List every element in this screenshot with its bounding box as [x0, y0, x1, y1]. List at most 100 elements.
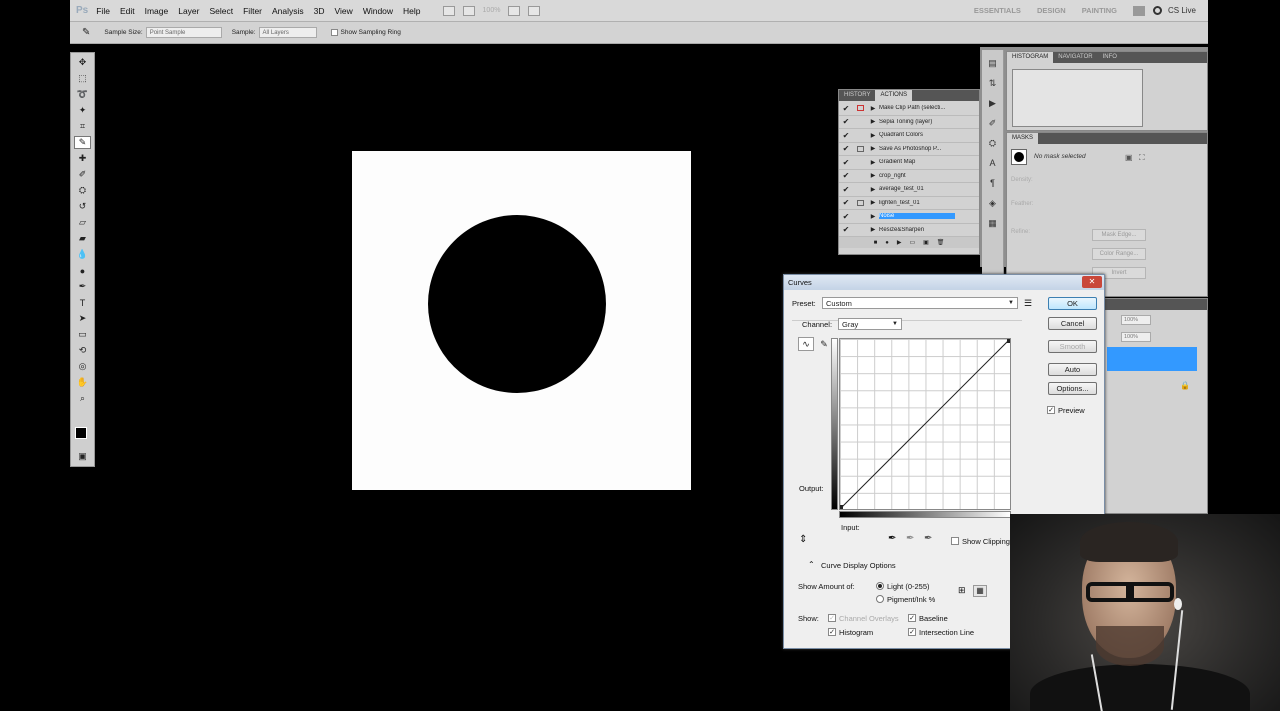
- action-item[interactable]: ✔ ▶ Save As Photoshop P...: [839, 143, 979, 156]
- healing-brush-tool-icon[interactable]: ✚: [74, 152, 91, 165]
- menu-file[interactable]: File: [96, 6, 110, 16]
- expand-arrow-icon[interactable]: ▶: [867, 105, 879, 112]
- sample-select[interactable]: All Layers: [258, 27, 317, 38]
- arrange-documents-icon[interactable]: [508, 5, 521, 16]
- workspace-essentials[interactable]: ESSENTIALS: [974, 6, 1021, 15]
- ok-button[interactable]: OK: [1048, 297, 1097, 310]
- menu-image[interactable]: Image: [145, 6, 169, 16]
- brush-panel-icon[interactable]: ✐: [986, 118, 1000, 130]
- lasso-tool-icon[interactable]: ➰: [74, 88, 91, 101]
- toggle-check-icon[interactable]: ✔: [839, 158, 853, 167]
- 3d-orbit-tool-icon[interactable]: ◎: [74, 360, 91, 373]
- on-image-adjust-icon[interactable]: ⇕: [799, 534, 807, 545]
- toggle-check-icon[interactable]: ✔: [839, 144, 853, 153]
- blur-tool-icon[interactable]: 💧: [74, 248, 91, 261]
- auto-button[interactable]: Auto: [1048, 363, 1097, 376]
- paragraph-panel-icon[interactable]: ¶: [986, 178, 1000, 190]
- curve-edit-points-icon[interactable]: ∿: [798, 337, 814, 351]
- smooth-button[interactable]: Smooth: [1048, 340, 1097, 353]
- record-icon[interactable]: ●: [885, 240, 889, 246]
- action-item[interactable]: ✔ ▶ Resize&Sharpen: [839, 224, 979, 237]
- stop-icon[interactable]: ■: [874, 240, 878, 246]
- 3d-rotate-tool-icon[interactable]: ⟲: [74, 344, 91, 357]
- options-button[interactable]: Options...: [1048, 382, 1097, 395]
- menu-help[interactable]: Help: [403, 6, 420, 16]
- bridge-icon[interactable]: [442, 5, 455, 16]
- clone-stamp-tool-icon[interactable]: ⛭: [74, 184, 91, 197]
- toggle-check-icon[interactable]: ✔: [839, 198, 853, 207]
- history-brush-tool-icon[interactable]: ↺: [74, 200, 91, 213]
- screen-mode-icon[interactable]: [528, 5, 541, 16]
- eyedropper-preset-icon[interactable]: ✎: [82, 27, 90, 38]
- brush-tool-icon[interactable]: ✐: [74, 168, 91, 181]
- detailed-grid-icon[interactable]: ▦: [973, 585, 987, 597]
- expand-arrow-icon[interactable]: ▶: [867, 226, 879, 233]
- action-item[interactable]: ✔ ▶ Sepia Toning (layer): [839, 116, 979, 129]
- marquee-tool-icon[interactable]: ⬚: [74, 72, 91, 85]
- cancel-button[interactable]: Cancel: [1048, 317, 1097, 330]
- layer-row-selected[interactable]: [1107, 347, 1197, 371]
- light-radio[interactable]: [876, 582, 884, 590]
- histogram-panel-icon[interactable]: ▤: [986, 58, 1000, 70]
- baseline-checkbox[interactable]: ✓: [908, 614, 916, 622]
- crop-tool-icon[interactable]: ⌗: [74, 120, 91, 133]
- toggle-check-icon[interactable]: ✔: [839, 117, 853, 126]
- shape-tool-icon[interactable]: ▭: [74, 328, 91, 341]
- quick-mask-icon[interactable]: ▣: [74, 450, 91, 463]
- expand-arrow-icon[interactable]: ▶: [867, 118, 879, 125]
- show-sampling-ring-checkbox[interactable]: [330, 29, 338, 36]
- dialog-toggle-icon[interactable]: [853, 145, 867, 152]
- layers-panel-icon[interactable]: ◈: [986, 198, 1000, 210]
- more-workspaces-icon[interactable]: [1132, 5, 1145, 16]
- zoom-level[interactable]: 100%: [483, 7, 501, 14]
- white-point-eyedropper-icon[interactable]: ✒: [924, 533, 932, 544]
- menu-analysis[interactable]: Analysis: [272, 6, 304, 16]
- action-item-selected[interactable]: ✔ ▶ Noise: [839, 210, 979, 224]
- channels-panel-icon[interactable]: ▦: [986, 218, 1000, 230]
- zoom-tool-icon[interactable]: ⌕: [74, 392, 91, 405]
- simple-grid-icon[interactable]: ⊞: [958, 585, 966, 596]
- dialog-toggle-icon[interactable]: [853, 199, 867, 206]
- dialog-toggle-icon[interactable]: [853, 105, 867, 112]
- action-item[interactable]: ✔ ▶ average_test_01: [839, 183, 979, 197]
- preset-select[interactable]: Custom ▼: [822, 297, 1018, 309]
- path-selection-tool-icon[interactable]: ➤: [74, 312, 91, 325]
- menu-view[interactable]: View: [335, 6, 353, 16]
- tab-info[interactable]: INFO: [1098, 52, 1122, 63]
- menu-window[interactable]: Window: [363, 6, 393, 16]
- tab-masks[interactable]: MASKS: [1007, 133, 1039, 144]
- toggle-check-icon[interactable]: ✔: [839, 104, 853, 113]
- pixel-mask-icon[interactable]: ▣: [1125, 153, 1133, 162]
- delete-icon[interactable]: 🗑: [937, 239, 945, 246]
- histogram-checkbox[interactable]: ✓: [828, 628, 836, 636]
- toggle-check-icon[interactable]: ✔: [839, 131, 853, 140]
- cs-live-menu[interactable]: CS Live: [1168, 6, 1196, 15]
- tab-histogram[interactable]: HISTOGRAM: [1007, 52, 1054, 63]
- opacity-field[interactable]: 100%: [1121, 315, 1151, 325]
- new-set-icon[interactable]: ▭: [909, 239, 915, 246]
- mask-edge-button[interactable]: Mask Edge...: [1092, 229, 1146, 241]
- eraser-tool-icon[interactable]: ▱: [74, 216, 91, 229]
- show-clipping-checkbox[interactable]: [951, 537, 959, 545]
- preset-options-icon[interactable]: ☰: [1024, 298, 1032, 309]
- menu-edit[interactable]: Edit: [120, 6, 135, 16]
- new-action-icon[interactable]: ▣: [923, 239, 929, 246]
- vector-mask-icon[interactable]: ⛶: [1139, 153, 1145, 163]
- menu-filter[interactable]: Filter: [243, 6, 262, 16]
- character-panel-icon[interactable]: A: [986, 158, 1000, 170]
- intersection-line-checkbox[interactable]: ✓: [908, 628, 916, 636]
- channel-select[interactable]: Gray ▼: [838, 318, 902, 330]
- workspace-design[interactable]: DESIGN: [1037, 6, 1066, 15]
- gradient-tool-icon[interactable]: ▰: [74, 232, 91, 245]
- document-canvas[interactable]: [352, 151, 691, 490]
- collapse-options-icon[interactable]: ⌃: [808, 560, 815, 569]
- menu-3d[interactable]: 3D: [314, 6, 325, 16]
- workspace-painting[interactable]: PAINTING: [1082, 6, 1117, 15]
- pen-tool-icon[interactable]: ✒: [74, 280, 91, 293]
- action-item[interactable]: ✔ ▶ lighten_test_01: [839, 197, 979, 210]
- type-tool-icon[interactable]: T: [74, 296, 91, 309]
- clone-source-panel-icon[interactable]: ⛭: [986, 138, 1000, 150]
- actions-panel-icon[interactable]: ▶: [986, 98, 1000, 110]
- pencil-draw-icon[interactable]: ✎: [816, 337, 832, 351]
- toggle-check-icon[interactable]: ✔: [839, 171, 853, 180]
